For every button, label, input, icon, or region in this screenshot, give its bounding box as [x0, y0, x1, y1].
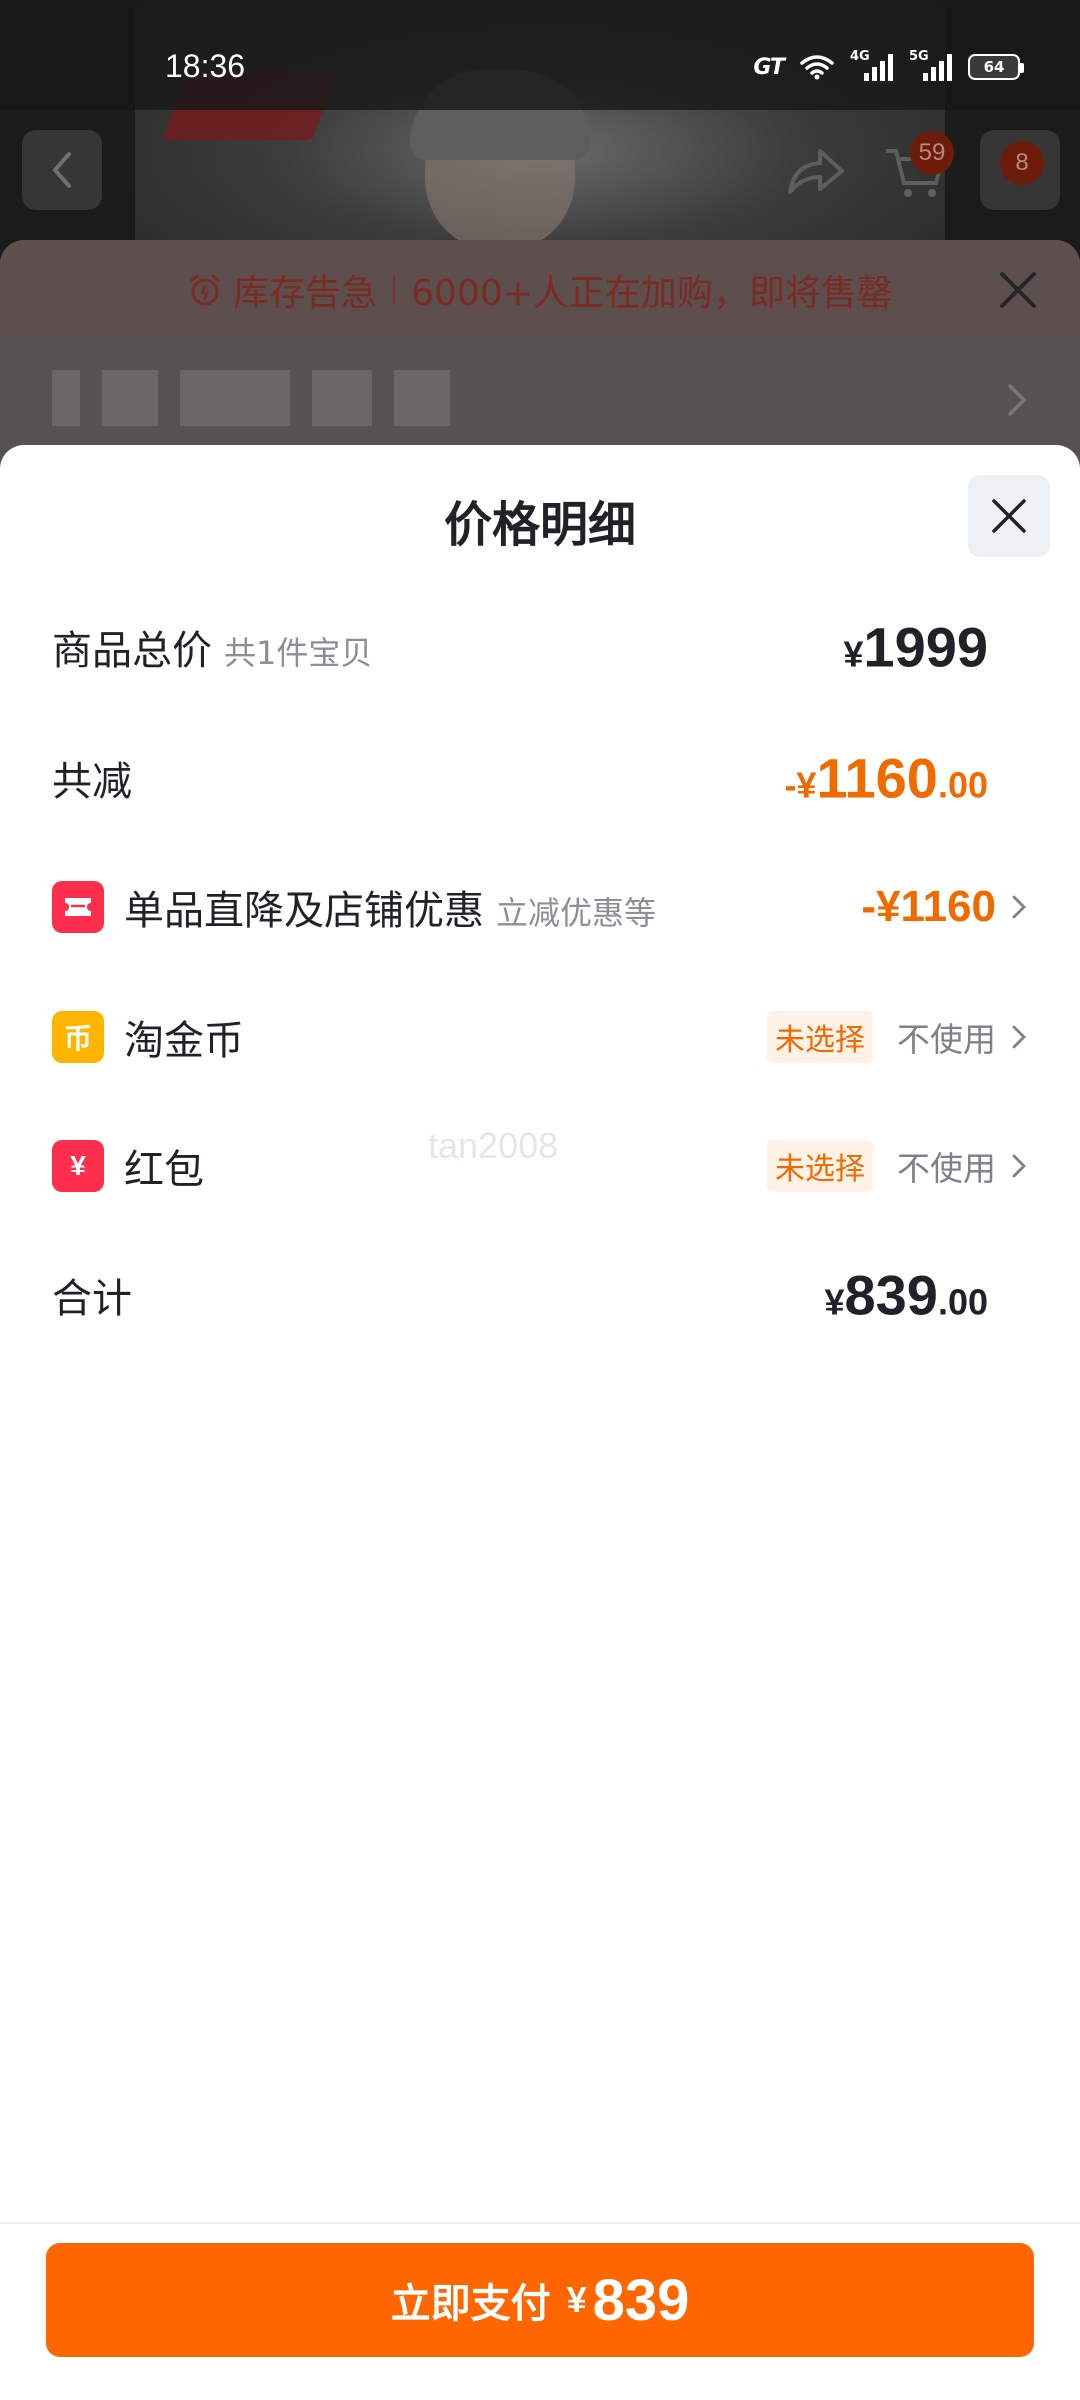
- battery-icon: 64: [968, 54, 1024, 80]
- back-button[interactable]: [22, 130, 102, 210]
- total-discount-row: 共减 -¥1160.00: [52, 738, 1028, 818]
- red-packet-action-text: 不使用: [897, 1149, 996, 1188]
- share-icon: [788, 149, 844, 194]
- red-packet-status-badge: 未选择: [767, 1140, 873, 1192]
- direct-discount-label: 单品直降及店铺优惠 立减优惠等: [124, 888, 657, 934]
- total-discount-label: 共减: [52, 759, 132, 805]
- blurred-address-row: [52, 370, 450, 430]
- chevron-right-icon: [1012, 1154, 1026, 1178]
- total-label: 合计: [52, 1276, 132, 1322]
- direct-discount-row[interactable]: 单品直降及店铺优惠 立减优惠等 -¥1160: [52, 867, 1028, 947]
- status-time: 18:36: [165, 48, 246, 84]
- stock-alert-divider: [393, 275, 396, 305]
- alarm-clock-icon: [190, 274, 220, 306]
- close-icon[interactable]: [996, 268, 1040, 312]
- watermark-text: tan2008: [428, 1125, 559, 1166]
- chevron-right-icon: [1008, 384, 1027, 416]
- signal-4g-icon: 4G: [850, 49, 893, 81]
- stock-alert-title: 库存告急: [233, 273, 378, 314]
- status-bar: 18:36 GT 4G 5G 64: [0, 0, 1080, 110]
- tao-coins-row[interactable]: 币 淘金币 未选择 不使用: [52, 997, 1028, 1077]
- product-nav-bar: 59 8: [0, 125, 1080, 215]
- stock-alert-message: 6000+人正在加购，即将售罄: [411, 273, 893, 314]
- chevron-right-icon: [1012, 895, 1026, 919]
- status-icons: GT 4G 5G 64: [753, 49, 1024, 82]
- sheet-title: 价格明细: [443, 497, 636, 553]
- subtotal-label: 商品总价 共1件宝贝: [52, 628, 373, 674]
- coin-icon: 币: [52, 1011, 104, 1063]
- chevron-right-icon: [1012, 1025, 1026, 1049]
- direct-discount-value: -¥1160: [861, 882, 996, 931]
- total-discount-value: -¥1160.00: [784, 746, 988, 810]
- item-count: 共1件宝贝: [224, 634, 373, 672]
- pay-amount: 839: [592, 2267, 690, 2333]
- stock-alert-banner: 库存告急 6000+人正在加购，即将售罄: [0, 240, 1080, 340]
- red-packet-icon: ¥: [52, 1140, 104, 1192]
- total-value: ¥839.00: [824, 1263, 988, 1327]
- share-button[interactable]: [780, 137, 850, 207]
- footer-divider: [0, 2222, 1080, 2224]
- coins-action-text: 不使用: [897, 1020, 996, 1059]
- cart-count-badge: 59: [910, 131, 954, 175]
- tao-coins-label: 淘金币: [124, 1018, 244, 1064]
- gt-mode-icon: GT: [753, 54, 785, 80]
- pay-now-button[interactable]: 立即支付 ¥ 839: [46, 2243, 1034, 2357]
- total-row: 合计 ¥839.00: [52, 1255, 1028, 1335]
- signal-5g-icon: 5G: [909, 49, 952, 81]
- wifi-icon: [800, 54, 834, 80]
- shop-coupon-icon: [52, 881, 104, 933]
- red-packet-label: 红包: [124, 1147, 204, 1193]
- close-icon: [992, 499, 1026, 533]
- pay-button-label: 立即支付: [390, 2281, 551, 2327]
- chevron-left-icon: [52, 152, 71, 188]
- price-detail-sheet: 价格明细 商品总价 共1件宝贝 ¥1999 共减 -¥1160.00 单品直降及店…: [0, 445, 1080, 2400]
- message-count-badge: 8: [1000, 141, 1044, 185]
- pay-currency: ¥: [566, 2279, 587, 2320]
- subtotal-row: 商品总价 共1件宝贝 ¥1999: [52, 607, 1028, 687]
- coins-status-badge: 未选择: [767, 1011, 873, 1063]
- sheet-close-button[interactable]: [968, 475, 1050, 557]
- subtotal-value: ¥1999: [843, 615, 988, 679]
- direct-discount-sub: 立减优惠等: [496, 894, 657, 932]
